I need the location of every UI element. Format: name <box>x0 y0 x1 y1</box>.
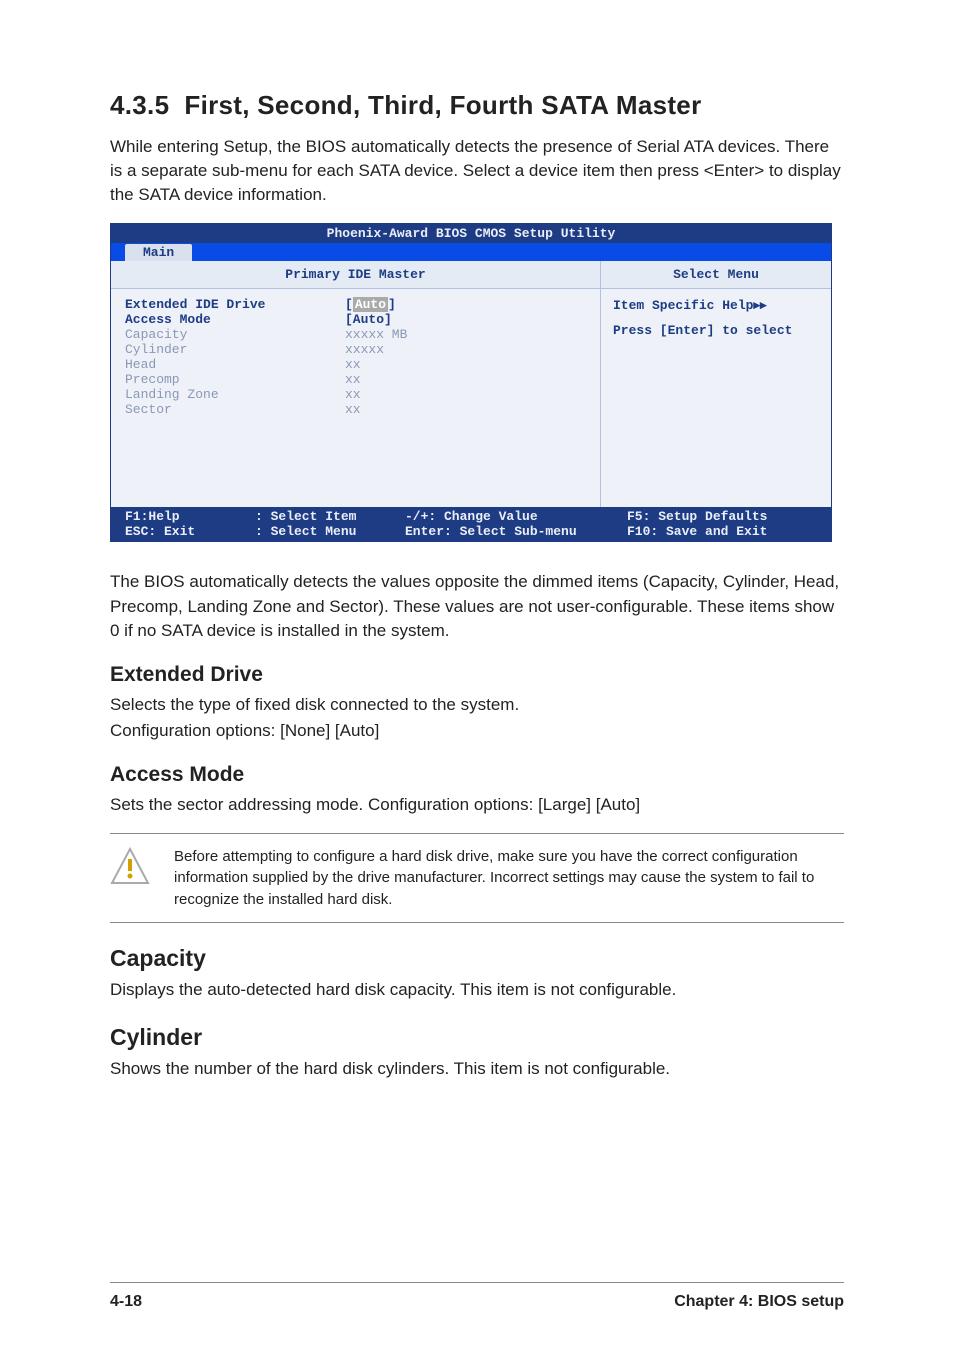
bios-row: Extended IDE Drive[Auto] <box>125 297 586 312</box>
warning-note: Before attempting to configure a hard di… <box>110 833 844 923</box>
bios-row: Landing Zone xx <box>125 387 586 402</box>
footer-enter: Enter: Select Sub-menu <box>405 524 627 539</box>
footer-select-item: : Select Item <box>255 509 405 524</box>
bios-row-label: Access Mode <box>125 312 345 327</box>
bios-row-value: [Auto] <box>345 297 396 312</box>
bios-row: Head xx <box>125 357 586 372</box>
bios-help-line2: Press [Enter] to select <box>613 323 819 338</box>
page-number: 4-18 <box>110 1293 142 1311</box>
bios-row-label: Cylinder <box>125 342 345 357</box>
section-number: 4.3.5 <box>110 90 169 120</box>
bios-footer: F1:Help ESC: Exit : Select Item : Select… <box>111 507 831 541</box>
footer-select-menu: : Select Menu <box>255 524 405 539</box>
bios-row-label: Precomp <box>125 372 345 387</box>
bios-utility-title: Phoenix-Award BIOS CMOS Setup Utility <box>111 224 831 243</box>
access-mode-text: Sets the sector addressing mode. Configu… <box>110 793 844 817</box>
bios-row-value: xx <box>345 402 361 417</box>
bios-row-value: xx <box>345 357 361 372</box>
bios-row-label: Sector <box>125 402 345 417</box>
cylinder-heading: Cylinder <box>110 1024 844 1051</box>
bios-row-value: [Auto] <box>345 312 392 327</box>
bios-row-value: xxxxx MB <box>345 327 407 342</box>
bios-tab-row: Main <box>111 243 831 261</box>
bios-row: Sector xx <box>125 402 586 417</box>
footer-f1: F1:Help <box>125 509 255 524</box>
access-mode-heading: Access Mode <box>110 763 844 787</box>
capacity-text: Displays the auto-detected hard disk cap… <box>110 978 844 1002</box>
chapter-label: Chapter 4: BIOS setup <box>674 1293 844 1311</box>
bios-help-pane: Item Specific Help▸▸ Press [Enter] to se… <box>601 289 831 346</box>
after-bios-text: The BIOS automatically detects the value… <box>110 570 844 642</box>
extended-drive-line2: Configuration options: [None] [Auto] <box>110 719 844 743</box>
bios-tab-main: Main <box>125 244 192 261</box>
bios-row-label: Head <box>125 357 345 372</box>
section-intro: While entering Setup, the BIOS automatic… <box>110 135 844 207</box>
bios-row-value: xxxxx <box>345 342 384 357</box>
section-title-text: First, Second, Third, Fourth SATA Master <box>184 90 701 120</box>
footer-f5: F5: Setup Defaults <box>627 509 817 524</box>
bios-row-value: xx <box>345 387 361 402</box>
bios-screenshot: Phoenix-Award BIOS CMOS Setup Utility Ma… <box>110 223 832 542</box>
cylinder-text: Shows the number of the hard disk cylind… <box>110 1057 844 1081</box>
bios-row-label: Landing Zone <box>125 387 345 402</box>
bios-row: Access Mode[Auto] <box>125 312 586 327</box>
bios-right-header: Select Menu <box>601 261 831 289</box>
bios-row: Precomp xx <box>125 372 586 387</box>
page-footer: 4-18 Chapter 4: BIOS setup <box>110 1282 844 1311</box>
bios-row: Capacityxxxxx MB <box>125 327 586 342</box>
section-heading: 4.3.5 First, Second, Third, Fourth SATA … <box>110 90 844 121</box>
footer-esc: ESC: Exit <box>125 524 255 539</box>
bios-rows: Extended IDE Drive[Auto]Access Mode[Auto… <box>111 289 600 507</box>
warning-icon <box>110 846 150 910</box>
extended-drive-line1: Selects the type of fixed disk connected… <box>110 693 844 717</box>
warning-text: Before attempting to configure a hard di… <box>174 846 844 910</box>
bios-help-line1: Item Specific Help <box>613 298 753 313</box>
bios-left-header: Primary IDE Master <box>111 261 600 289</box>
help-arrows-icon: ▸▸ <box>753 297 766 312</box>
footer-change-value: -/+: Change Value <box>405 509 627 524</box>
bios-row-value: xx <box>345 372 361 387</box>
bios-row: Cylinderxxxxx <box>125 342 586 357</box>
bios-row-label: Extended IDE Drive <box>125 297 345 312</box>
bios-row-label: Capacity <box>125 327 345 342</box>
extended-drive-heading: Extended Drive <box>110 663 844 687</box>
capacity-heading: Capacity <box>110 945 844 972</box>
footer-f10: F10: Save and Exit <box>627 524 817 539</box>
